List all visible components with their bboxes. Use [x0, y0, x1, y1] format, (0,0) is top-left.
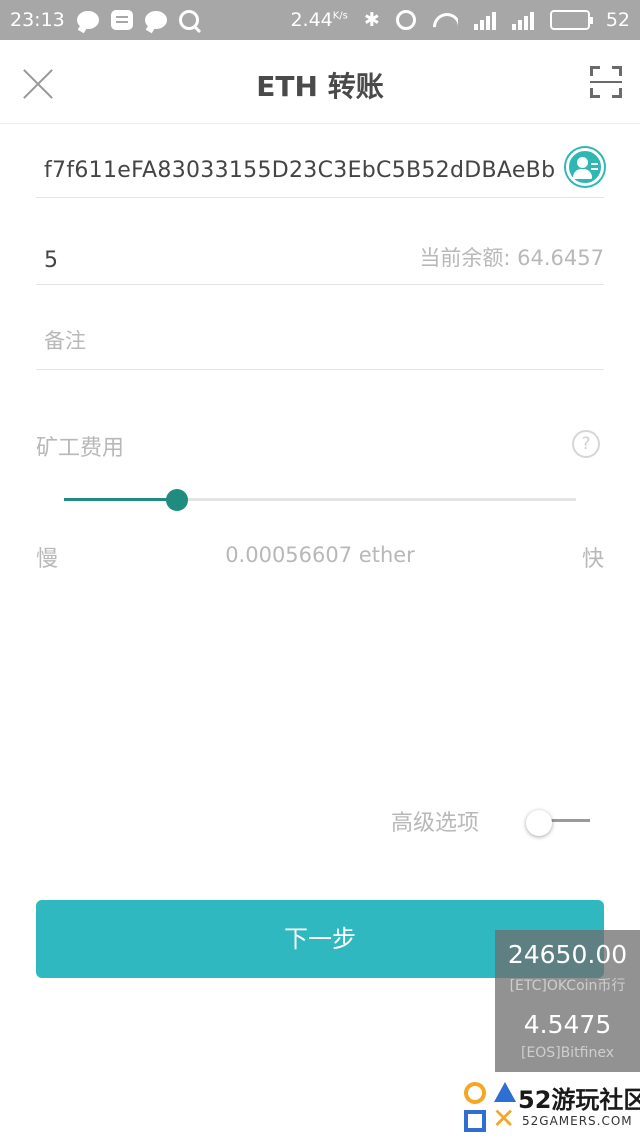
- watermark-logo-icon: ✕: [462, 1080, 518, 1136]
- miner-fee-label: 矿工费用: [36, 436, 125, 461]
- qq-notification-icon: [178, 10, 199, 30]
- app-header: ETH 转账: [0, 40, 640, 124]
- message-notification-icon: [110, 10, 133, 30]
- status-bar: 23:13 2.44K/s ✱ 52: [0, 0, 640, 40]
- advanced-options-label: 高级选项: [391, 811, 480, 836]
- alarm-icon: [395, 10, 416, 30]
- ticker-source-1: [ETC]OKCoin币行: [509, 978, 626, 994]
- memo-field: [36, 312, 604, 370]
- scan-qr-icon[interactable]: [590, 66, 622, 98]
- comment-notification-icon: [144, 11, 167, 29]
- address-book-icon[interactable]: [566, 148, 604, 186]
- signal-icon: [511, 10, 534, 30]
- status-time: 23:13: [10, 9, 65, 31]
- signal-4g-icon: [473, 10, 496, 30]
- wifi-icon: [432, 11, 458, 29]
- recipient-address: f7f611eFA83033155D23C3EbC5B52dDBAeBb: [44, 158, 556, 183]
- slider-fill: [64, 498, 177, 501]
- page-title: ETH 转账: [256, 70, 384, 103]
- watermark-subtext: 52GAMERS.COM: [522, 1114, 633, 1128]
- price-ticker-overlay[interactable]: 24650.00 [ETC]OKCoin币行 4.5475 [EOS]Bitfi…: [495, 930, 640, 1072]
- ticker-price-2: 4.5475: [523, 1010, 612, 1039]
- site-watermark: ✕ 52游玩社区 52GAMERS.COM: [462, 1076, 640, 1138]
- bluetooth-icon: ✱: [363, 9, 380, 31]
- fast-label: 快: [581, 547, 604, 572]
- fee-slider[interactable]: [64, 486, 576, 514]
- network-speed: 2.44K/s: [290, 9, 348, 31]
- current-balance: 当前余额: 64.6457: [419, 246, 604, 270]
- fee-value: 0.00056607 ether: [225, 543, 415, 567]
- toggle-knob: [526, 810, 552, 836]
- ticker-price-1: 24650.00: [507, 940, 628, 969]
- slider-thumb[interactable]: [166, 489, 188, 511]
- battery-level: 52: [605, 9, 630, 31]
- chat-notification-icon: [76, 11, 99, 29]
- help-icon[interactable]: ?: [572, 430, 600, 458]
- watermark-text: 52游玩社区: [518, 1086, 640, 1114]
- advanced-options-toggle[interactable]: [524, 808, 592, 838]
- ticker-source-2: [EOS]Bitfinex: [520, 1045, 614, 1061]
- recipient-address-field[interactable]: f7f611eFA83033155D23C3EbC5B52dDBAeBb: [36, 140, 604, 198]
- amount-value: 5: [44, 248, 58, 273]
- battery-icon: [549, 10, 593, 30]
- memo-input[interactable]: [44, 326, 564, 356]
- amount-field[interactable]: 5 当前余额: 64.6457: [36, 228, 604, 285]
